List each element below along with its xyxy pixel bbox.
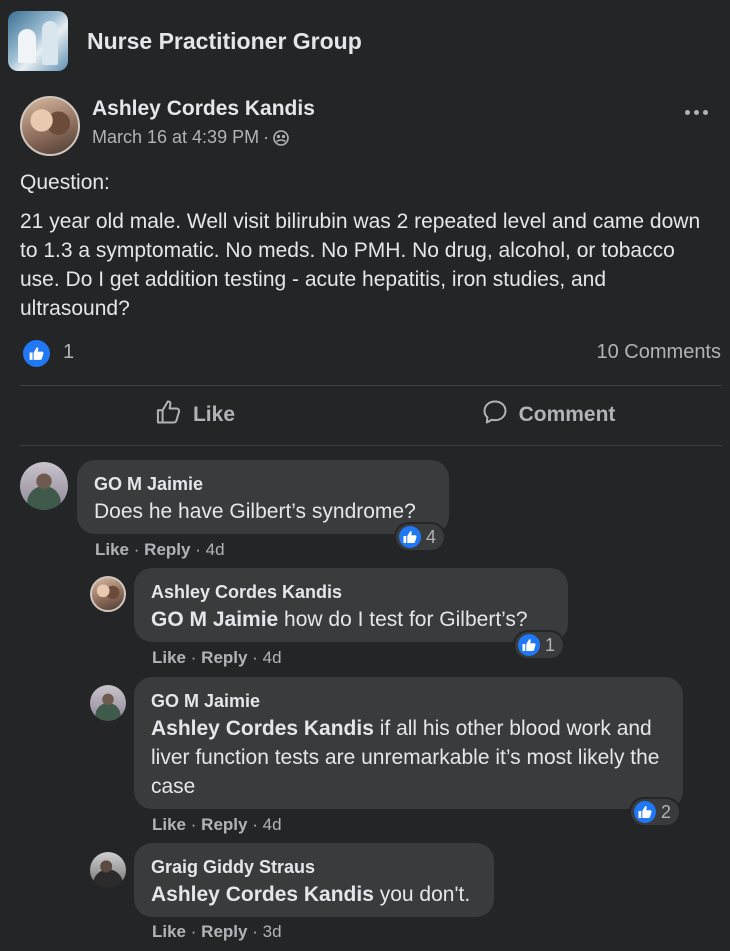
group-avatar[interactable] bbox=[8, 11, 68, 71]
comment-text: GO M Jaimie how do I test for Gilbert’s? bbox=[151, 608, 528, 631]
commenter-name[interactable]: GO M Jaimie bbox=[94, 473, 432, 495]
comment-like-link[interactable]: Like bbox=[95, 540, 129, 559]
separator: · bbox=[190, 815, 197, 834]
comment-like-link[interactable]: Like bbox=[152, 922, 186, 941]
comment-actions: Like · Reply · 4d bbox=[95, 540, 225, 560]
group-avatar-figure bbox=[18, 29, 36, 63]
reaction-count: 4 bbox=[426, 526, 437, 547]
like-reaction-icon bbox=[399, 526, 421, 548]
like-button[interactable]: Like bbox=[25, 387, 365, 443]
commenter-avatar[interactable] bbox=[20, 462, 68, 510]
comment-reply-link[interactable]: Reply bbox=[201, 815, 247, 834]
post: Ashley Cordes Kandis March 16 at 4:39 PM… bbox=[0, 84, 730, 951]
comment-text: Does he have Gilbert’s syndrome? bbox=[94, 500, 416, 523]
post-timestamp[interactable]: March 16 at 4:39 PM bbox=[92, 127, 259, 148]
comment-time[interactable]: 4d bbox=[263, 815, 282, 834]
commenter-name[interactable]: Graig Giddy Straus bbox=[151, 856, 477, 878]
comment-reactions[interactable]: 1 bbox=[515, 632, 564, 658]
separator: · bbox=[252, 648, 258, 667]
meta-separator: · bbox=[263, 127, 270, 147]
comment-text: Ashley Cordes Kandis you don't. bbox=[151, 883, 471, 906]
group-members-icon[interactable] bbox=[273, 129, 289, 146]
separator: · bbox=[252, 922, 258, 941]
commenter-avatar[interactable] bbox=[90, 852, 126, 888]
like-reaction-icon bbox=[634, 801, 656, 823]
comment-bubble: Graig Giddy Straus Ashley Cordes Kandis … bbox=[134, 843, 494, 917]
comment-mention[interactable]: Ashley Cordes Kandis bbox=[151, 717, 374, 740]
comment-bubble: Ashley Cordes Kandis GO M Jaimie how do … bbox=[134, 568, 568, 642]
comment-reply-link[interactable]: Reply bbox=[144, 540, 190, 559]
comment-mention[interactable]: Ashley Cordes Kandis bbox=[151, 883, 374, 906]
like-button-label: Like bbox=[192, 403, 236, 426]
separator: · bbox=[133, 540, 140, 559]
group-header: Nurse Practitioner Group bbox=[0, 0, 730, 84]
reaction-count[interactable]: 1 bbox=[63, 341, 74, 364]
comment-text: Ashley Cordes Kandis if all his other bl… bbox=[151, 717, 660, 798]
comment-time[interactable]: 3d bbox=[263, 922, 282, 941]
commenter-name[interactable]: Ashley Cordes Kandis bbox=[151, 581, 551, 603]
like-reaction-icon bbox=[518, 634, 540, 656]
comment-actions: Like · Reply · 3d bbox=[152, 922, 282, 942]
comment-like-link[interactable]: Like bbox=[152, 815, 186, 834]
commenter-avatar[interactable] bbox=[90, 576, 126, 612]
author-avatar[interactable] bbox=[20, 96, 80, 156]
reaction-count: 2 bbox=[661, 801, 672, 822]
group-name[interactable]: Nurse Practitioner Group bbox=[87, 28, 362, 55]
reaction-count: 1 bbox=[545, 634, 556, 655]
comment-button[interactable]: Comment bbox=[378, 387, 718, 443]
commenter-avatar[interactable] bbox=[90, 685, 126, 721]
like-reaction-icon[interactable] bbox=[23, 340, 50, 367]
more-options-icon[interactable] bbox=[685, 110, 708, 115]
comment-mention[interactable]: GO M Jaimie bbox=[151, 608, 278, 631]
divider bbox=[20, 385, 722, 386]
comment-bubble-icon bbox=[481, 398, 509, 432]
divider bbox=[20, 445, 722, 446]
comment-reactions[interactable]: 2 bbox=[631, 799, 680, 825]
comment-actions: Like · Reply · 4d bbox=[152, 815, 282, 835]
separator: · bbox=[190, 648, 197, 667]
post-text-question: Question: bbox=[20, 171, 110, 194]
post-meta: March 16 at 4:39 PM · bbox=[92, 127, 289, 148]
comments-count[interactable]: 10 Comments bbox=[597, 341, 722, 364]
separator: · bbox=[190, 922, 197, 941]
comment-reply-link[interactable]: Reply bbox=[201, 648, 247, 667]
comment-bubble: GO M Jaimie Does he have Gilbert’s syndr… bbox=[77, 460, 449, 534]
comment-button-label: Comment bbox=[518, 403, 616, 426]
comment-reactions[interactable]: 4 bbox=[396, 524, 445, 550]
comment-like-link[interactable]: Like bbox=[152, 648, 186, 667]
post-text-body: 21 year old male. Well visit bilirubin w… bbox=[20, 210, 701, 320]
commenter-name[interactable]: GO M Jaimie bbox=[151, 690, 666, 712]
comment-reply-link[interactable]: Reply bbox=[201, 922, 247, 941]
separator: · bbox=[195, 540, 201, 559]
thumbs-up-icon bbox=[155, 398, 183, 432]
separator: · bbox=[252, 815, 258, 834]
comment-actions: Like · Reply · 4d bbox=[152, 648, 282, 668]
comment-time[interactable]: 4d bbox=[206, 540, 225, 559]
post-author[interactable]: Ashley Cordes Kandis bbox=[92, 97, 315, 121]
comment-bubble: GO M Jaimie Ashley Cordes Kandis if all … bbox=[134, 677, 683, 809]
group-avatar-figure bbox=[42, 21, 58, 65]
comment-time[interactable]: 4d bbox=[263, 648, 282, 667]
